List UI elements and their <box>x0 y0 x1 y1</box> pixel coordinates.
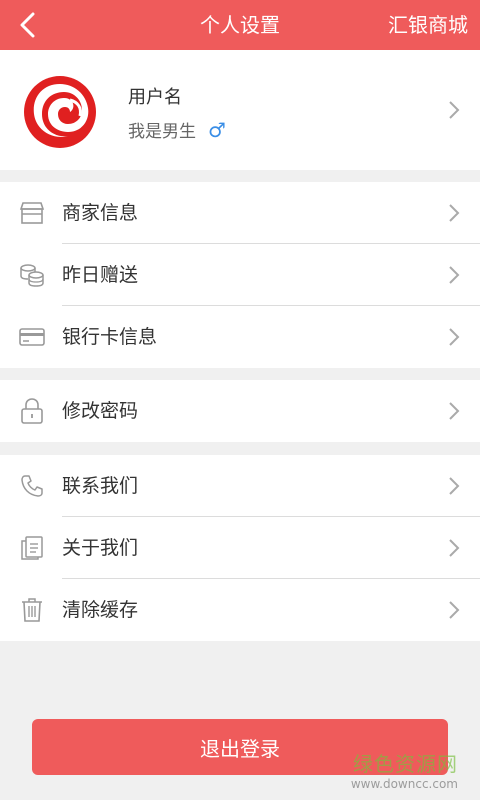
menu-item-about-us[interactable]: 关于我们 <box>0 517 480 579</box>
brand-logo-icon <box>24 76 96 148</box>
trash-icon <box>18 596 46 624</box>
chevron-right-icon <box>449 402 460 420</box>
chevron-right-icon <box>449 477 460 495</box>
menu-item-merchant-info[interactable]: 商家信息 <box>0 182 480 244</box>
gender-row: 我是男生 ♂ <box>128 117 226 143</box>
chevron-right-icon <box>449 601 460 619</box>
mall-link[interactable]: 汇银商城 <box>388 0 468 50</box>
menu-item-label: 关于我们 <box>62 537 139 559</box>
menu-item-label: 商家信息 <box>62 202 139 224</box>
watermark: 绿色资源网 www.downcc.com <box>351 748 458 791</box>
menu-item-clear-cache[interactable]: 清除缓存 <box>0 579 480 641</box>
male-icon: ♂ <box>208 117 226 142</box>
chevron-right-icon <box>449 101 460 119</box>
chevron-right-icon <box>449 539 460 557</box>
menu-group-info: 联系我们 关于我们 清除缓存 <box>0 455 480 641</box>
lock-icon <box>18 397 46 425</box>
document-icon <box>18 534 46 562</box>
gender-text: 我是男生 <box>128 122 196 142</box>
avatar <box>22 74 98 150</box>
menu-group-merchant: 商家信息 昨日赠送 银行卡信息 <box>0 182 480 368</box>
phone-icon <box>18 472 46 500</box>
store-icon <box>18 199 46 227</box>
chevron-right-icon <box>449 204 460 222</box>
username-label: 用户名 <box>128 87 182 108</box>
menu-item-label: 修改密码 <box>62 400 139 422</box>
menu-item-contact-us[interactable]: 联系我们 <box>0 455 480 517</box>
coins-icon <box>18 261 46 289</box>
menu-item-label: 联系我们 <box>62 475 139 497</box>
top-bar: 个人设置 汇银商城 <box>0 0 480 50</box>
menu-item-label: 昨日赠送 <box>62 264 139 286</box>
menu-item-label: 清除缓存 <box>62 599 139 621</box>
chevron-right-icon <box>449 266 460 284</box>
menu-item-change-password[interactable]: 修改密码 <box>0 380 480 442</box>
chevron-right-icon <box>449 328 460 346</box>
watermark-text: 绿色资源网 <box>353 752 458 776</box>
menu-item-yesterday-gift[interactable]: 昨日赠送 <box>0 244 480 306</box>
watermark-url: www.downcc.com <box>350 777 458 791</box>
profile-card[interactable]: 用户名 我是男生 ♂ <box>0 50 480 170</box>
menu-item-label: 银行卡信息 <box>62 326 158 348</box>
menu-group-security: 修改密码 <box>0 380 480 442</box>
bank-card-icon <box>18 323 46 351</box>
menu-item-bank-card[interactable]: 银行卡信息 <box>0 306 480 368</box>
